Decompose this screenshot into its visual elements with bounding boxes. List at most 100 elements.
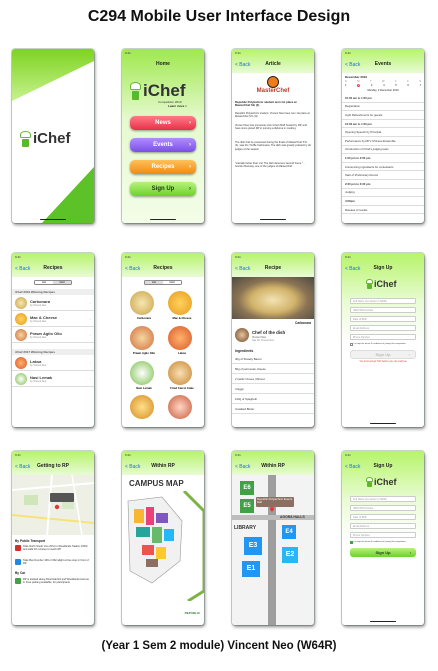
- status-time: 9:41: [235, 51, 241, 55]
- recipe-row[interactable]: Laksa by Vincent Neo ›: [12, 355, 94, 371]
- recipe-tile[interactable]: [130, 361, 154, 385]
- home-background: [122, 49, 204, 223]
- recipe-tile[interactable]: [168, 291, 192, 315]
- segment-control[interactable]: List Grid: [34, 280, 72, 285]
- news-button[interactable]: News ›: [130, 116, 196, 130]
- library-label: LIBRARY: [234, 525, 257, 531]
- dob-field[interactable]: Date of Birth: [350, 316, 416, 322]
- phone-field[interactable]: Phone Number: [350, 334, 416, 340]
- block-e3[interactable]: E3: [244, 537, 262, 555]
- dish-name: Carbonara: [295, 321, 311, 325]
- event-item: Announcing ingredients for contestants: [342, 163, 424, 172]
- recipe-tile[interactable]: [130, 395, 154, 419]
- recipe-tile[interactable]: [130, 326, 154, 350]
- block-e6[interactable]: E6: [240, 481, 254, 495]
- area-map[interactable]: [12, 475, 94, 535]
- screen-recipes-grid: 9:41 < Back Recipes List Grid Carbonara …: [122, 253, 204, 427]
- screen-recipes-list: 9:41 < Back Recipes List Grid iChef 2019…: [12, 253, 94, 427]
- ingredients-title: Ingredients: [235, 349, 254, 353]
- car-title: By Car: [15, 571, 26, 575]
- screen-within-rp-zoom: 9:41 < Back Within RP E6 E5 LIBRARY E4 A…: [232, 451, 314, 625]
- event-item: Release of results: [342, 206, 424, 215]
- screen-splash: iChef: [12, 49, 94, 223]
- article-nav-title: Article: [265, 61, 281, 67]
- learn-more-link[interactable]: Learn more >: [168, 104, 187, 108]
- recipe-thumb: [15, 356, 27, 369]
- recipe-tile[interactable]: [168, 395, 192, 419]
- signup-submit-button[interactable]: Sign Up ›: [350, 548, 416, 557]
- event-item: Light Refreshments for guests: [342, 111, 424, 120]
- recipe-tile[interactable]: [168, 361, 192, 385]
- email-field[interactable]: Email Address: [350, 325, 416, 331]
- screen-signup-accepted: 9:41 < Back Sign Up iChef Full Name (As …: [342, 451, 424, 625]
- campus-map[interactable]: [122, 491, 204, 601]
- article-para-4: "Literally better than me! The dish dese…: [235, 162, 305, 169]
- tile-label: Fried Carrot Cake: [170, 386, 194, 390]
- zoom-map[interactable]: E6 E5 LIBRARY E4 AGORA HALLS E3 E2 E1 Re…: [232, 475, 314, 625]
- signup-logo: iChef: [366, 279, 397, 289]
- ingredient-item: 120g of Spaghetti: [232, 394, 314, 404]
- ingredient-item: 50g of parmesan cheese: [232, 364, 314, 374]
- splash-brand: iChef: [33, 130, 71, 147]
- date-label: Monday, 2 December 2019: [367, 89, 399, 92]
- recipe-row[interactable]: Carbonara by Vincent Neo ›: [12, 295, 94, 311]
- article-para-3: The dish that he presented during the fi…: [235, 141, 311, 151]
- segment-list[interactable]: List: [35, 281, 53, 284]
- recipe-row[interactable]: Nasi Lemak by Vincent Neo ›: [12, 371, 94, 387]
- event-item: 10:00 am to 1:00 pm: [342, 94, 424, 103]
- fullname-field[interactable]: Full Name (As shown in NRIC): [350, 496, 416, 502]
- recipe-nav-title: Recipe: [264, 265, 282, 271]
- article-headline: Republic Polytechnic student won 1st pla…: [235, 100, 297, 108]
- status-time: 9:41: [235, 255, 241, 259]
- home-brand: iChef: [143, 81, 186, 100]
- ingredient-item: 2 Garlic Cloves, Minced: [232, 374, 314, 384]
- fullname-field[interactable]: Full Name (As shown in NRIC): [350, 298, 416, 304]
- segment-control[interactable]: List Grid: [144, 280, 182, 285]
- block-e4[interactable]: E4: [282, 525, 296, 539]
- signup-submit-button[interactable]: Sign Up ›: [350, 350, 416, 359]
- terms-row[interactable]: I accept the terms & conditions of joini…: [350, 343, 420, 346]
- screen-signup-error: 9:41 < Back Sign Up iChef Full Name (As …: [342, 253, 424, 427]
- segment-grid[interactable]: Grid: [53, 281, 71, 284]
- event-item: 2:30 pm to 3:30 pm: [342, 180, 424, 189]
- recipe-tile[interactable]: [130, 291, 154, 315]
- block-e2[interactable]: E2: [282, 547, 298, 563]
- terms-row[interactable]: I accept the terms & conditions of joini…: [350, 541, 420, 544]
- dob-field[interactable]: Date of Birth: [350, 514, 416, 520]
- screen-recipe-detail: 9:41 < Back Recipe Carbonara Chef of the…: [232, 253, 314, 427]
- masterchef-emblem: [267, 76, 279, 88]
- public-title: By Public Transport: [15, 539, 46, 543]
- phone-field[interactable]: Phone Number: [350, 532, 416, 538]
- event-list: 10:00 am to 1:00 pm Registration Light R…: [342, 94, 424, 215]
- status-time: 9:41: [235, 453, 241, 457]
- event-item: Start of Preliminary Round: [342, 171, 424, 180]
- segment-grid[interactable]: Grid: [163, 281, 181, 284]
- status-time: 9:41: [345, 255, 351, 259]
- segment-list[interactable]: List: [145, 281, 163, 284]
- home-indicator: [260, 218, 286, 220]
- events-button[interactable]: Events ›: [130, 138, 196, 152]
- route-step: RP is located along Riverside Rd and Woo…: [15, 578, 91, 585]
- nric-field[interactable]: NRIC/FIN Number: [350, 505, 416, 511]
- recipes-button[interactable]: Recipes ›: [130, 160, 196, 174]
- terms-checkbox[interactable]: [350, 343, 353, 346]
- selected-date[interactable]: 2: [357, 84, 361, 87]
- rp-logo: REPUBLIC: [184, 611, 200, 615]
- block-e5[interactable]: E5: [240, 499, 254, 513]
- block-e1[interactable]: E1: [242, 561, 260, 577]
- terms-checkbox-checked[interactable]: [350, 541, 353, 544]
- nric-field[interactable]: NRIC/FIN Number: [350, 307, 416, 313]
- within-nav-title: Within RP: [261, 463, 285, 469]
- recipe-tile[interactable]: [168, 326, 192, 350]
- status-time: 9:41: [345, 453, 351, 457]
- event-item: 4:00pm: [342, 197, 424, 206]
- signup-button[interactable]: Sign Up ›: [130, 182, 196, 196]
- route-step: Take Bus Number 169 or 962 alight at bus…: [15, 559, 91, 566]
- map-title: CAMPUS MAP: [129, 479, 184, 488]
- ingredient-item: Unsalted Butter: [232, 404, 314, 414]
- email-field[interactable]: Email Address: [350, 523, 416, 529]
- recipe-row[interactable]: Prawn Aglio Olio by Vincent Neo ›: [12, 327, 94, 343]
- event-item: Judging: [342, 189, 424, 198]
- recipe-row[interactable]: Mac & Cheese by Vincent Neo ›: [12, 311, 94, 327]
- getting-nav-title: Getting to RP: [37, 463, 69, 469]
